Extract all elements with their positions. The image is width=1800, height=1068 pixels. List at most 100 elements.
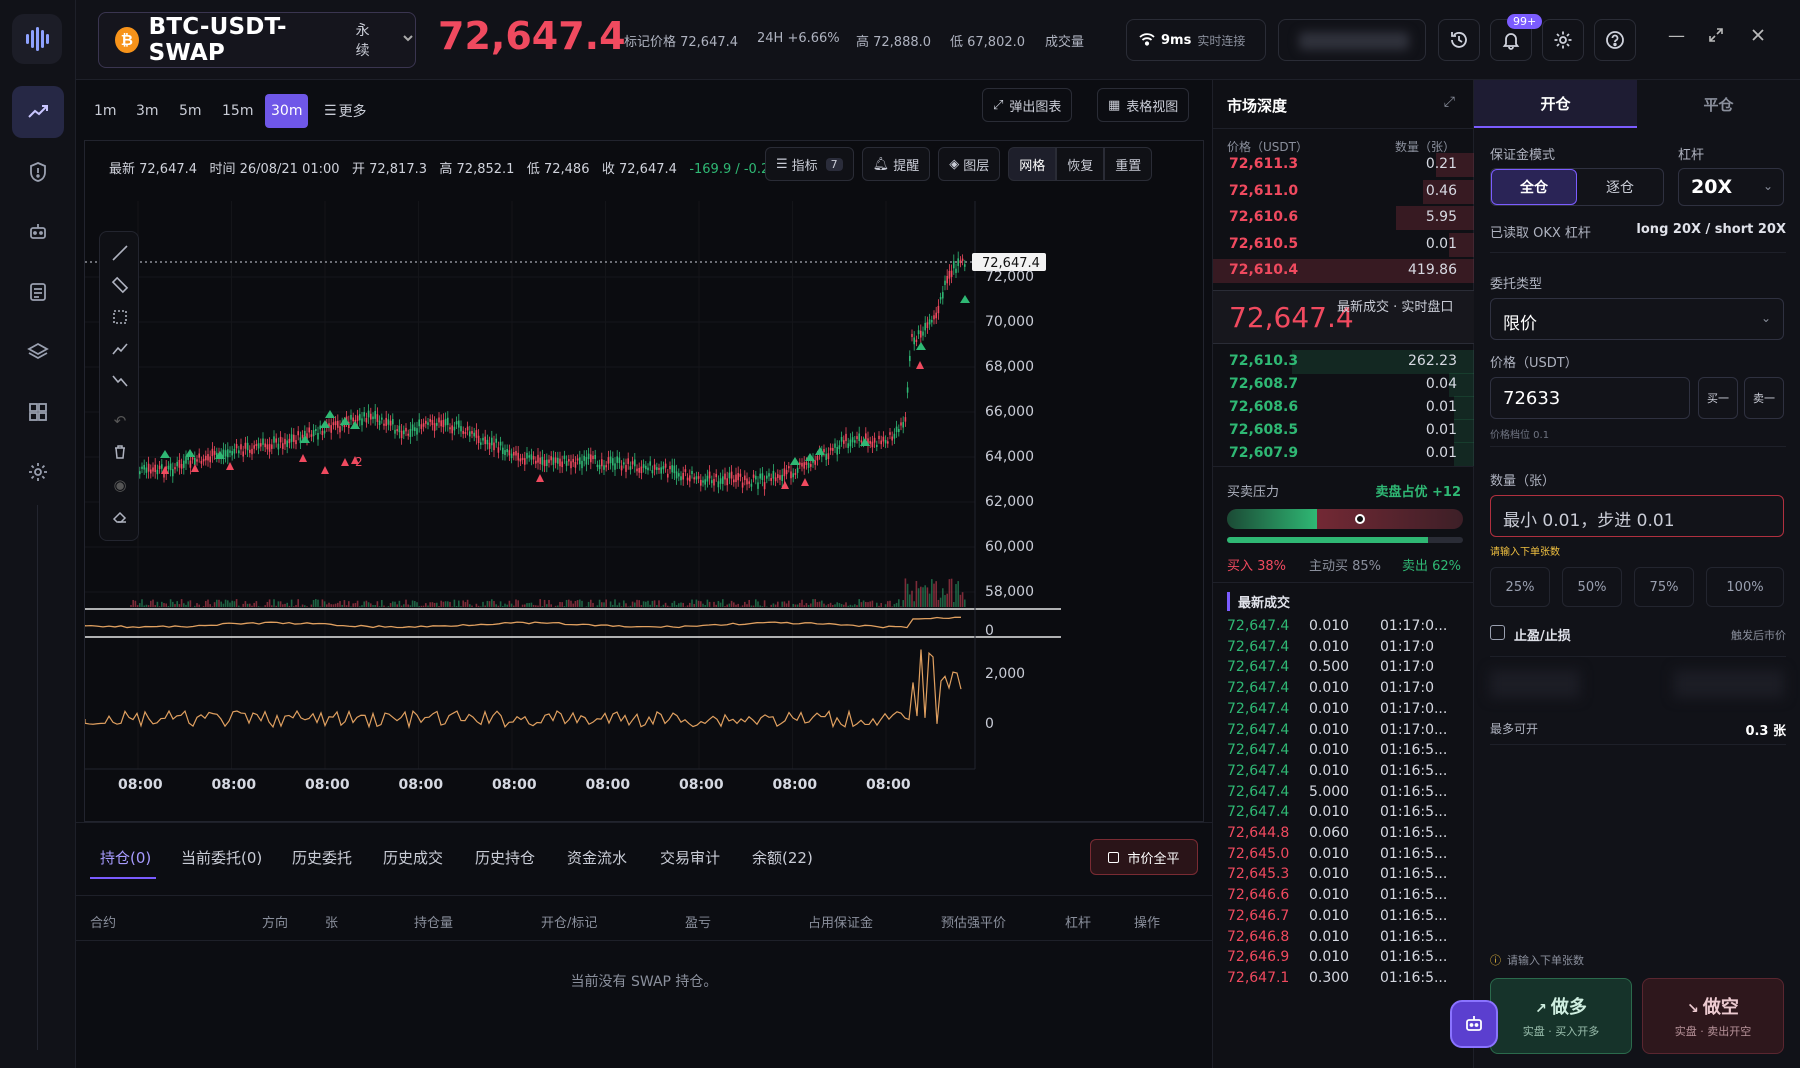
y-tick-label: 62,000 [985,494,1034,510]
rectangle-select-tool-icon[interactable] [110,308,130,328]
volume-bar [209,604,211,607]
notification-bell-icon[interactable]: 99+ [1490,14,1543,61]
shield-icon[interactable] [12,146,64,198]
depth-price: 72,610.5 [1229,235,1299,252]
tab-open-position[interactable]: 开仓 [1474,80,1637,128]
expand-depth-icon[interactable]: ⤢ [1444,94,1455,110]
volume-bar [510,603,513,607]
settings-gear-icon[interactable] [12,446,64,498]
candle-body [491,437,493,446]
volume-bar [708,601,711,607]
maximize-icon[interactable] [1708,27,1724,48]
volume-bar [185,604,187,607]
open-short-button[interactable]: ↘ 做空 实盘 · 卖出开空 [1642,978,1784,1054]
trade-time: 01:16:5... [1380,845,1448,862]
timeframe-1m[interactable]: 1m [94,94,117,128]
document-list-icon[interactable] [12,266,64,318]
volume-bar [282,604,284,607]
candle-body [739,473,742,477]
volume-bar [781,601,783,607]
tab-order-history[interactable]: 历史委托 [292,847,352,868]
trend-up-tool-icon[interactable] [110,340,130,360]
tab-positions[interactable]: 持仓(0) [100,847,151,868]
tab-position-history[interactable]: 历史持仓 [475,847,535,868]
ask1-button[interactable]: 卖一 [1744,377,1784,419]
account-info-blurred[interactable] [1278,19,1426,61]
cross-margin-button[interactable]: 全仓 [1491,169,1577,205]
ask-row[interactable]: 72,611.3 0.21 [1213,152,1475,178]
pct-50-button[interactable]: 50% [1562,567,1622,607]
order-type-select[interactable]: 限价 ⌄ [1490,298,1784,340]
isolated-margin-button[interactable]: 逐仓 [1577,169,1663,205]
candle-body [330,425,332,433]
pct-100-button[interactable]: 100% [1706,567,1784,607]
bid-row[interactable]: 72,607.9 0.01 [1213,441,1475,467]
candle-body [576,458,579,461]
timeframe-30m[interactable]: 30m [265,94,309,128]
price-input[interactable]: 72633 [1490,377,1690,419]
volume-bar [486,600,489,607]
volume-bar [466,599,469,607]
chart-area[interactable]: 最新 72,647.4 时间 26/08/21 01:00 开 72,817.3… [84,140,1204,822]
bid1-button[interactable]: 买一 [1698,377,1738,419]
candle-body [796,467,799,473]
tab-funding-flow[interactable]: 资金流水 [567,847,627,868]
volume-bar [948,579,951,607]
more-timeframes-button[interactable]: ☰ 更多 [324,94,367,128]
timeframe-15m[interactable]: 15m [222,94,253,128]
trash-icon[interactable] [110,444,130,464]
leverage-select[interactable]: 20X ⌄ [1678,168,1784,206]
open-long-button[interactable]: ↗ 做多 实盘 · 买入开多 [1490,978,1632,1054]
candle-body [282,443,284,449]
pct-25-button[interactable]: 25% [1490,567,1550,607]
candle-body [475,430,478,438]
close-icon[interactable] [1750,27,1766,48]
timeframe-3m[interactable]: 3m [136,94,159,128]
trend-chart-icon[interactable] [12,86,64,138]
connection-status[interactable]: 9ms 实时连接 [1126,19,1266,61]
help-icon[interactable] [1594,19,1636,61]
candle-body [860,440,863,443]
candle-body [671,465,673,473]
tpsl-checkbox[interactable] [1490,625,1505,640]
market-close-all-button[interactable]: 市价全平 [1090,839,1198,875]
table-view-button[interactable]: ▦ 表格视图 [1097,88,1190,122]
sell-marker [916,361,924,369]
symbol-selector[interactable]: ₿ BTC-USDT-SWAP 永续 [98,12,416,68]
candle-body [741,482,744,488]
quantity-input[interactable]: 最小 0.01，步进 0.01 [1490,495,1784,537]
timeframe-5m[interactable]: 5m [179,94,202,128]
tab-balance[interactable]: 余额(22) [752,847,813,868]
pct-75-button[interactable]: 75% [1634,567,1694,607]
layers-icon[interactable] [12,326,64,378]
tab-close-position[interactable]: 平仓 [1637,80,1800,128]
candle-body [869,441,871,444]
trade-time: 01:16:5... [1380,866,1448,883]
eraser-icon[interactable] [110,508,130,528]
trend-line-tool-icon[interactable] [110,244,130,264]
undo-icon[interactable]: ↶ [110,412,130,432]
ask-row[interactable]: 72,610.6 5.95 [1213,205,1475,231]
tab-trade-history[interactable]: 历史成交 [383,847,443,868]
grid-apps-icon[interactable] [12,386,64,438]
price-chart[interactable]: 2 72,647.4 72,00070,00068,00066,00064,00… [85,141,1203,821]
ruler-tool-icon[interactable] [110,276,130,296]
ask-row[interactable]: 72,610.4 419.86 [1213,258,1475,284]
ask-row[interactable]: 72,610.5 0.01 [1213,232,1475,258]
tab-open-orders[interactable]: 当前委托(0) [181,847,262,868]
minimize-icon[interactable]: — [1668,26,1685,46]
trade-price: 72,647.4 [1227,783,1290,800]
settings-icon[interactable] [1542,19,1584,61]
trend-down-tool-icon[interactable] [110,372,130,392]
app-logo-icon[interactable] [12,14,62,64]
candle-body [506,448,508,453]
tab-trade-audit[interactable]: 交易审计 [660,847,720,868]
history-clock-icon[interactable] [1438,19,1480,61]
assistant-bot-button[interactable] [1450,1000,1498,1048]
eye-icon[interactable]: ◉ [110,476,130,496]
robot-icon[interactable] [12,206,64,258]
ask-row[interactable]: 72,611.0 0.46 [1213,179,1475,205]
candle-body [235,444,238,449]
popout-chart-button[interactable]: ⤢ 弹出图表 [982,88,1073,122]
volume-bar [816,602,819,607]
